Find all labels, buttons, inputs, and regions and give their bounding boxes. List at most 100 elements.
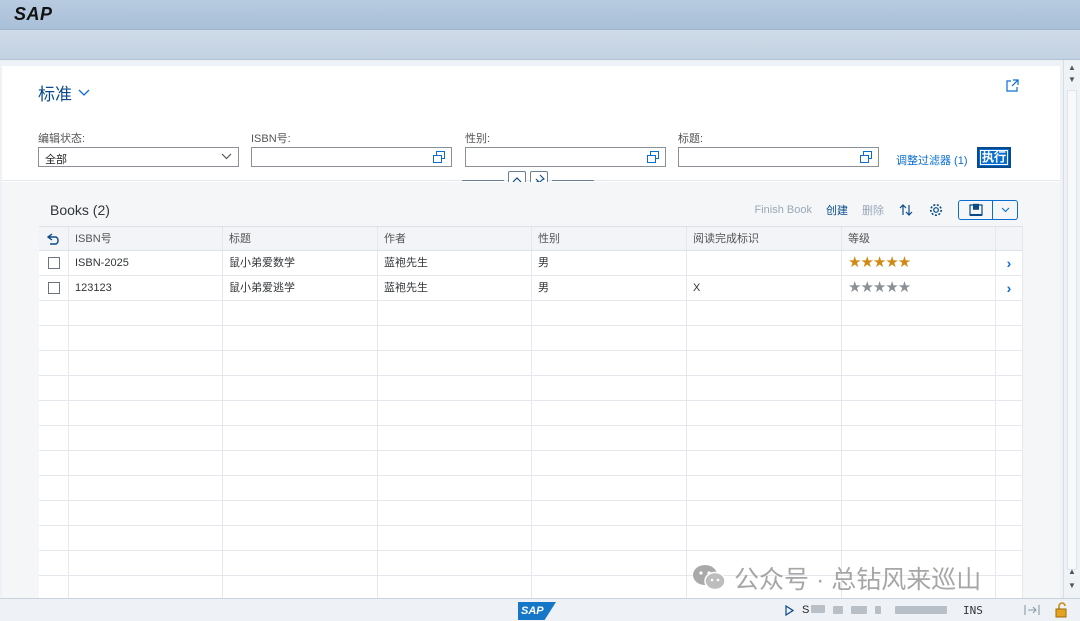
chevron-down-icon	[78, 89, 90, 96]
column-header-gender[interactable]: 性别	[532, 227, 687, 250]
undo-icon[interactable]	[46, 232, 61, 245]
gear-icon[interactable]	[928, 202, 944, 218]
filter-title: 标题:	[678, 130, 880, 167]
empty-cell	[223, 301, 378, 325]
empty-cell	[842, 401, 996, 425]
empty-cell	[378, 376, 532, 400]
finish-book-button[interactable]: Finish Book	[755, 204, 812, 216]
scroll-up-fast-icon[interactable]: ▼	[1064, 74, 1080, 86]
delete-button[interactable]: 删除	[862, 202, 884, 218]
export-split-button[interactable]	[958, 200, 1018, 220]
layout-toggle-icon[interactable]	[1024, 604, 1040, 616]
column-header-author[interactable]: 作者	[378, 227, 532, 250]
value-help-icon[interactable]	[860, 151, 872, 163]
cell-title: 鼠小弟爱数学	[223, 251, 378, 275]
column-header-read-flag[interactable]: 阅读完成标识	[687, 227, 842, 250]
empty-cell	[532, 326, 687, 350]
empty-cell	[223, 501, 378, 525]
empty-cell	[842, 476, 996, 500]
empty-cell	[996, 351, 1023, 375]
row-checkbox[interactable]	[47, 282, 60, 294]
empty-cell	[39, 326, 69, 350]
share-icon[interactable]	[1004, 78, 1020, 94]
rating-stars: ★★★★★	[848, 279, 911, 296]
system-info[interactable]: S	[785, 604, 948, 616]
cell-isbn: ISBN-2025	[69, 251, 223, 275]
scroll-down-icon[interactable]: ▼	[1064, 580, 1080, 592]
go-button[interactable]: 执行	[977, 147, 1011, 168]
export-button[interactable]	[959, 201, 993, 219]
adapt-filters-link[interactable]: 调整过滤器 (1)	[896, 152, 968, 168]
column-header-title[interactable]: 标题	[223, 227, 378, 250]
empty-cell	[378, 576, 532, 598]
empty-cell	[996, 426, 1023, 450]
empty-cell	[532, 551, 687, 575]
empty-cell	[842, 526, 996, 550]
divider-line	[462, 180, 504, 181]
empty-cell	[996, 551, 1023, 575]
chevron-down-icon	[1001, 207, 1009, 213]
system-id: S	[802, 604, 826, 616]
empty-cell	[378, 551, 532, 575]
isbn-input[interactable]	[251, 147, 452, 167]
empty-cell	[378, 476, 532, 500]
row-checkbox[interactable]	[47, 257, 60, 269]
edit-status-select[interactable]: 全部	[38, 147, 239, 167]
cell-read-flag: X	[687, 276, 842, 300]
value-help-icon[interactable]	[647, 151, 659, 163]
empty-cell	[223, 376, 378, 400]
export-menu-button[interactable]	[993, 201, 1017, 219]
empty-cell	[996, 526, 1023, 550]
vertical-scrollbar[interactable]: ▲ ▼ ▲ ▼	[1063, 60, 1080, 598]
sap-status-logo: SAP	[518, 602, 556, 620]
empty-cell	[687, 501, 842, 525]
column-header-rating[interactable]: 等级	[842, 227, 996, 250]
filter-label: 标题:	[678, 133, 704, 145]
empty-cell	[378, 401, 532, 425]
table-row[interactable]: ISBN-2025 鼠小弟爱数学 蓝袍先生 男 ★★★★★ ›	[39, 251, 1023, 276]
empty-table-row	[39, 351, 1023, 376]
empty-cell	[69, 426, 223, 450]
gender-input[interactable]	[465, 147, 666, 167]
empty-cell	[39, 501, 69, 525]
empty-cell	[532, 426, 687, 450]
empty-cell	[39, 401, 69, 425]
scrollbar-thumb[interactable]	[1067, 90, 1077, 570]
title-input[interactable]	[678, 147, 879, 167]
create-button[interactable]: 创建	[826, 202, 848, 218]
empty-cell	[69, 526, 223, 550]
column-header-isbn[interactable]: ISBN号	[69, 227, 223, 250]
variant-selector[interactable]: 标准	[38, 80, 90, 105]
empty-cell	[69, 501, 223, 525]
filter-label: 编辑状态:	[38, 133, 86, 145]
empty-cell	[69, 301, 223, 325]
export-icon	[968, 203, 983, 216]
chevron-right-icon[interactable]: ›	[1007, 276, 1012, 300]
empty-cell	[532, 576, 687, 598]
empty-cell	[223, 576, 378, 598]
scroll-up-icon[interactable]: ▲	[1064, 62, 1080, 74]
scroll-down-fast-icon[interactable]: ▲	[1064, 566, 1080, 578]
empty-cell	[378, 451, 532, 475]
table-row[interactable]: 123123 鼠小弟爱逃学 蓝袍先生 男 X ★★★★★ ›	[39, 276, 1023, 301]
value-help-icon[interactable]	[433, 151, 445, 163]
empty-cell	[223, 426, 378, 450]
empty-cell	[996, 476, 1023, 500]
empty-cell	[687, 301, 842, 325]
empty-cell	[996, 301, 1023, 325]
empty-cell	[532, 476, 687, 500]
empty-table-row	[39, 401, 1023, 426]
play-icon[interactable]	[785, 604, 794, 616]
empty-cell	[532, 301, 687, 325]
unlock-icon[interactable]	[1055, 602, 1069, 618]
empty-cell	[223, 476, 378, 500]
chevron-right-icon[interactable]: ›	[1007, 251, 1012, 275]
empty-cell	[223, 551, 378, 575]
empty-cell	[687, 476, 842, 500]
empty-table-row	[39, 526, 1023, 551]
empty-cell	[996, 326, 1023, 350]
table-title: Books (2)	[50, 202, 110, 218]
empty-cell	[378, 501, 532, 525]
sort-icon[interactable]	[898, 202, 914, 218]
empty-cell	[378, 351, 532, 375]
